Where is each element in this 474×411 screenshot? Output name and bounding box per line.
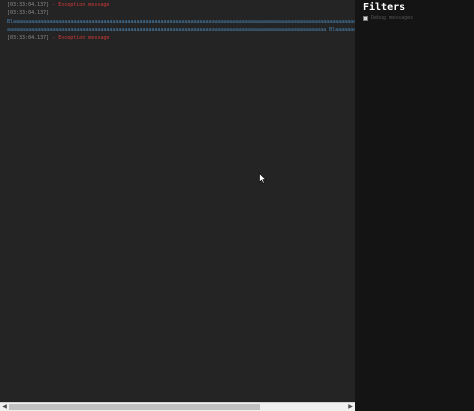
filters-title: Filters [363, 2, 406, 13]
scroll-right-arrow-icon[interactable]: ▶ [346, 403, 355, 411]
scroll-left-arrow-icon[interactable]: ◀ [0, 403, 9, 411]
debug-messages-checkbox[interactable] [363, 15, 368, 21]
log-message: Blaaaaaaaaaaaaaaaaaaaaaaaaaaaaaaaaaaaaaa… [7, 18, 355, 25]
debug-messages-filter[interactable]: Debug messages [363, 15, 413, 21]
log-timestamp: [03:33:04.137] [7, 2, 50, 8]
scrollbar-thumb[interactable] [9, 404, 260, 410]
log-pane: [03:33:04.137] - Exception message [03:3… [0, 0, 355, 402]
mouse-cursor-icon [259, 173, 267, 184]
debug-messages-label: Debug messages [371, 15, 414, 21]
log-message: - Exception message [52, 35, 110, 42]
log-lines: [03:33:04.137] - Exception message [03:3… [7, 1, 355, 42]
horizontal-scrollbar[interactable]: ◀ ▶ [0, 402, 355, 411]
log-line: [03:33:04.137] - Exception message [7, 1, 355, 9]
log-line: [03:33:04.137] - Exception message [7, 34, 355, 42]
log-line: aaaaaaaaaaaaaaaaaaaaaaaaaaaaaaaaaaaaaaaa… [7, 26, 355, 34]
log-timestamp: [03:33:04.137] [7, 10, 50, 17]
log-line: [03:33:04.137] [7, 9, 355, 17]
log-line: Blaaaaaaaaaaaaaaaaaaaaaaaaaaaaaaaaaaaaaa… [7, 18, 355, 26]
log-message: - Exception message [52, 2, 110, 8]
log-message: aaaaaaaaaaaaaaaaaaaaaaaaaaaaaaaaaaaaaaaa… [7, 26, 355, 33]
filters-panel: Filters Debug messages [355, 0, 474, 411]
log-timestamp: [03:33:04.137] [7, 35, 50, 42]
